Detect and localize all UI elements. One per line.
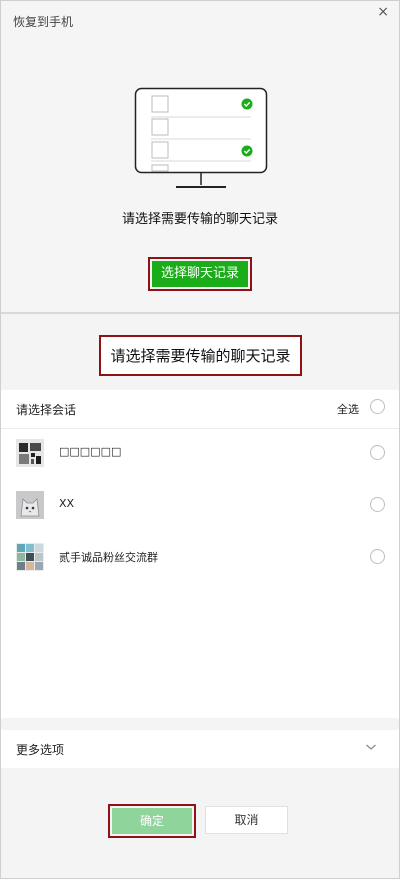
list-header: 请选择会话 全选 [1,390,399,429]
select-button-highlight: 选择聊天记录 [148,257,252,291]
conversation-name: □□□□□□ [59,445,122,458]
confirm-highlight: 确定 [108,804,196,838]
conversation-list: 请选择会话 全选 □□□□□□ XX 贰手诚品粉丝交流群 [1,390,399,718]
list-item[interactable]: □□□□□□ [1,429,399,481]
cancel-button[interactable]: 取消 [205,806,288,834]
section-divider [1,312,399,314]
cat-avatar [16,491,44,519]
conversation-radio[interactable] [370,549,385,564]
top-panel: 恢复到手机 × 请选择需要传输的聊天记录 选择聊天记录 [1,1,399,311]
list-item[interactable]: 贰手诚品粉丝交流群 [1,533,399,585]
top-prompt: 请选择需要传输的聊天记录 [121,212,278,227]
close-icon[interactable]: × [377,5,389,19]
conversation-radio[interactable] [370,497,385,512]
more-options-label: 更多选项 [16,743,65,757]
qr-avatar [16,439,44,467]
window-title: 恢复到手机 [13,15,74,29]
more-options-row[interactable]: 更多选项 [1,730,399,768]
group-avatar [16,543,44,571]
section-heading: 请选择需要传输的聊天记录 [101,337,300,374]
monitor-icon [134,87,268,188]
conversation-name: XX [59,497,75,510]
confirm-button[interactable]: 确定 [112,808,192,834]
list-item[interactable]: XX [1,481,399,533]
select-chat-records-button[interactable]: 选择聊天记录 [152,261,248,287]
list-header-label: 请选择会话 [16,403,77,417]
heading-highlight: 请选择需要传输的聊天记录 [99,335,302,376]
select-all-radio[interactable] [370,399,385,414]
select-all-label[interactable]: 全选 [337,401,359,417]
chevron-down-icon [366,744,376,750]
conversation-radio[interactable] [370,445,385,460]
conversation-name: 贰手诚品粉丝交流群 [59,551,158,564]
